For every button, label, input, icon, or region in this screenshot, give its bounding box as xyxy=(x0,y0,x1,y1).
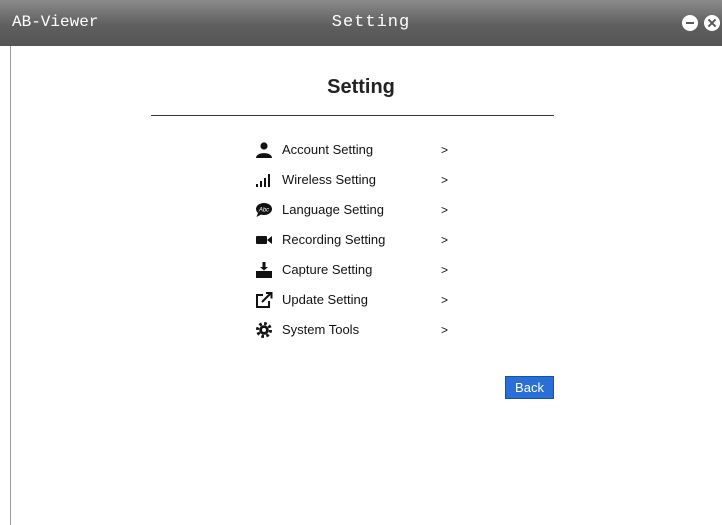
minimize-icon[interactable] xyxy=(682,15,698,31)
chevron-right-icon: > xyxy=(441,173,449,187)
chevron-right-icon: > xyxy=(441,293,449,307)
gear-icon xyxy=(256,322,272,338)
title-divider xyxy=(151,115,554,116)
menu-item-account-setting[interactable]: Account Setting > xyxy=(255,138,475,168)
chevron-right-icon: > xyxy=(441,263,449,277)
menu-item-system-tools[interactable]: System Tools > xyxy=(255,318,475,348)
back-button[interactable]: Back xyxy=(505,376,554,399)
chevron-right-icon: > xyxy=(441,143,449,157)
menu-item-capture-setting[interactable]: Capture Setting > xyxy=(255,258,475,288)
chevron-right-icon: > xyxy=(441,203,449,217)
language-icon: Abc xyxy=(256,203,272,217)
menu-item-update-setting[interactable]: Update Setting > xyxy=(255,288,475,318)
capture-icon xyxy=(256,262,272,278)
menu-item-recording-setting[interactable]: Recording Setting > xyxy=(255,228,475,258)
title-bar[interactable]: AB-Viewer Setting xyxy=(0,0,722,46)
chevron-right-icon: > xyxy=(441,323,449,337)
menu-item-label: Capture Setting xyxy=(282,262,373,277)
user-icon xyxy=(256,142,272,158)
window-title: Setting xyxy=(331,13,411,32)
menu-item-language-setting[interactable]: Abc Language Setting > xyxy=(255,198,475,228)
external-link-icon xyxy=(256,292,273,308)
menu-item-wireless-setting[interactable]: Wireless Setting > xyxy=(255,168,475,198)
close-icon[interactable] xyxy=(704,15,720,31)
signal-icon xyxy=(256,174,270,187)
menu-item-label: Language Setting xyxy=(282,202,384,217)
menu-item-label: System Tools xyxy=(282,322,360,337)
page-title: Setting xyxy=(327,76,395,98)
menu-item-label: Update Setting xyxy=(282,292,369,307)
chevron-right-icon: > xyxy=(441,233,449,247)
menu-item-label: Recording Setting xyxy=(282,232,386,247)
settings-menu: Account Setting > Wireless Setting > Abc… xyxy=(255,138,475,348)
menu-item-label: Wireless Setting xyxy=(282,172,376,187)
menu-item-label: Account Setting xyxy=(282,142,374,157)
svg-text:Abc: Abc xyxy=(258,208,269,214)
video-camera-icon xyxy=(256,236,272,244)
